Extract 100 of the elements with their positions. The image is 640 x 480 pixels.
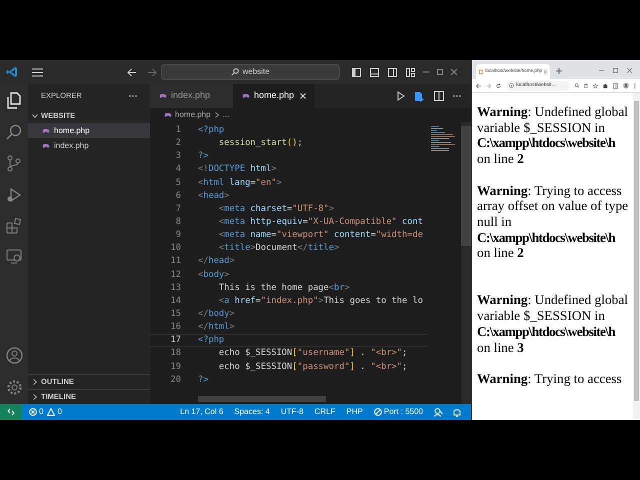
error-icon: [29, 408, 37, 416]
reload-icon[interactable]: [496, 82, 502, 88]
line-number: 12: [170, 268, 181, 282]
search-icon[interactable]: [6, 124, 22, 140]
code-line: <meta charset="UTF-8">: [218, 202, 334, 216]
remote-explorer-icon[interactable]: [6, 249, 22, 264]
elephant-icon: [164, 112, 172, 118]
profile-icon[interactable]: [623, 82, 630, 89]
line-number: 19: [170, 360, 181, 374]
extensions-icon[interactable]: [6, 218, 22, 234]
warning-message: Warning: Undefined global variable $_SESSION in: [477, 292, 629, 324]
status-item[interactable]: PHP: [346, 406, 363, 418]
file-path: C:\xampp\htdocs\website\h: [477, 135, 615, 152]
line-number: 10: [170, 242, 181, 256]
search-icon: [231, 68, 240, 76]
code-line: <meta http-equiv="X-UA-Compatible" cont: [218, 216, 423, 230]
line-reference: on line 2: [477, 151, 525, 167]
line-number: 9: [174, 229, 181, 242]
code-line: ?>: [198, 374, 208, 387]
zoom-icon[interactable]: [574, 83, 579, 88]
star-icon[interactable]: [593, 82, 598, 88]
account-icon[interactable]: [6, 347, 22, 364]
file-path: C:\xampp\htdocs\website\h: [477, 230, 615, 246]
code-line: This is the home page<br>: [218, 282, 350, 295]
page-scrollbar[interactable]: [633, 93, 640, 420]
remote-icon: [7, 408, 15, 416]
file-item[interactable]: index.php: [28, 138, 150, 153]
settings-icon[interactable]: [6, 379, 22, 396]
code-line: echo $_SESSION["username"] . "<br>";: [218, 347, 408, 360]
minimap: [431, 126, 455, 151]
code-line: </html>: [198, 321, 235, 334]
share-icon[interactable]: [584, 83, 588, 88]
command-search-field[interactable]: website: [161, 64, 340, 80]
line-number: 6: [174, 190, 181, 203]
code-line: echo $_SESSION["password"] . "<br>";: [218, 360, 408, 374]
code-line: <title>Document</title>: [218, 242, 340, 256]
horizontal-scrollbar[interactable]: [198, 396, 326, 402]
toggle-sidebar-icon[interactable]: [352, 68, 361, 76]
search-text: website: [242, 66, 270, 78]
customize-layout-icon[interactable]: [406, 68, 415, 76]
line-number: 14: [170, 294, 181, 308]
minimize-icon[interactable]: [423, 69, 429, 75]
line-number: 7: [174, 202, 181, 216]
maximize-icon[interactable]: [437, 69, 443, 75]
problems-indicator[interactable]: 0 0: [29, 406, 62, 418]
status-item[interactable]: Spaces: 4: [234, 406, 270, 418]
code-line: <!DOCTYPE html>: [198, 163, 276, 176]
status-item[interactable]: Ln 17, Col 6: [180, 406, 224, 418]
line-number: 4: [174, 163, 181, 176]
elephant-icon: [42, 142, 50, 148]
new-tab-icon[interactable]: [556, 68, 562, 74]
vscode-logo-icon: [6, 66, 18, 78]
menu-icon[interactable]: [32, 68, 43, 76]
status-item[interactable]: CRLF: [314, 406, 336, 418]
breadcrumb-item[interactable]: ...: [222, 109, 230, 121]
forward-arrow-icon[interactable]: [147, 68, 157, 76]
code-line: ?>: [198, 150, 208, 164]
editor-tab[interactable]: index.php: [150, 84, 233, 108]
side-panel-icon[interactable]: [613, 82, 618, 88]
vertical-scrollbar[interactable]: [461, 122, 471, 404]
run-debug-icon[interactable]: [6, 187, 22, 203]
line-reference: on line 2: [477, 245, 525, 262]
warning-message: Warning: Trying to access array offset on value of type null in: [477, 182, 629, 230]
toggle-panel-icon[interactable]: [370, 68, 379, 76]
breadcrumb-item[interactable]: home.php: [164, 109, 211, 121]
line-number: 18: [170, 347, 181, 360]
chevron-right-icon: [32, 394, 38, 400]
elephant-icon: [159, 93, 167, 99]
line-number: 8: [174, 216, 181, 230]
line-number: 16: [170, 321, 181, 334]
code-line: <head>: [198, 190, 230, 203]
remote-indicator[interactable]: [0, 404, 22, 420]
code-line: <html lang="en">: [198, 176, 282, 190]
line-number: 3: [174, 150, 181, 164]
code-line: <meta name="viewport" content="width=de: [218, 229, 423, 242]
files-icon[interactable]: [6, 92, 22, 109]
notifications-bell-icon[interactable]: [453, 408, 461, 416]
toggle-secondary-sidebar-icon[interactable]: [388, 68, 397, 76]
live-server-port[interactable]: Port : 5500: [374, 406, 423, 418]
line-number: 17: [170, 334, 181, 348]
editor-tab[interactable]: home.php: [233, 84, 315, 108]
chevron-down-icon: [32, 112, 38, 118]
accounts-feedback-icon[interactable]: [434, 408, 443, 416]
warning-icon: [47, 408, 56, 416]
line-number: 20: [170, 374, 181, 387]
code-line: <?php: [198, 124, 224, 138]
split-editor-icon[interactable]: [434, 91, 444, 101]
run-icon[interactable]: [397, 91, 405, 101]
warning-message: Warning: Trying to access: [477, 370, 623, 387]
blocked-circle-icon: [374, 408, 382, 416]
back-arrow-icon[interactable]: [476, 82, 482, 88]
preview-icon[interactable]: [414, 90, 425, 102]
file-item[interactable]: home.php: [28, 123, 150, 138]
maximize-icon[interactable]: [613, 68, 618, 73]
file-path: C:\xampp\htdocs\website\h: [477, 324, 615, 340]
line-number: 13: [170, 282, 181, 295]
status-item[interactable]: UTF-8: [280, 406, 304, 418]
source-control-icon[interactable]: [6, 155, 22, 172]
line-reference: on line 3: [477, 340, 525, 356]
line-number: 1: [174, 124, 181, 138]
